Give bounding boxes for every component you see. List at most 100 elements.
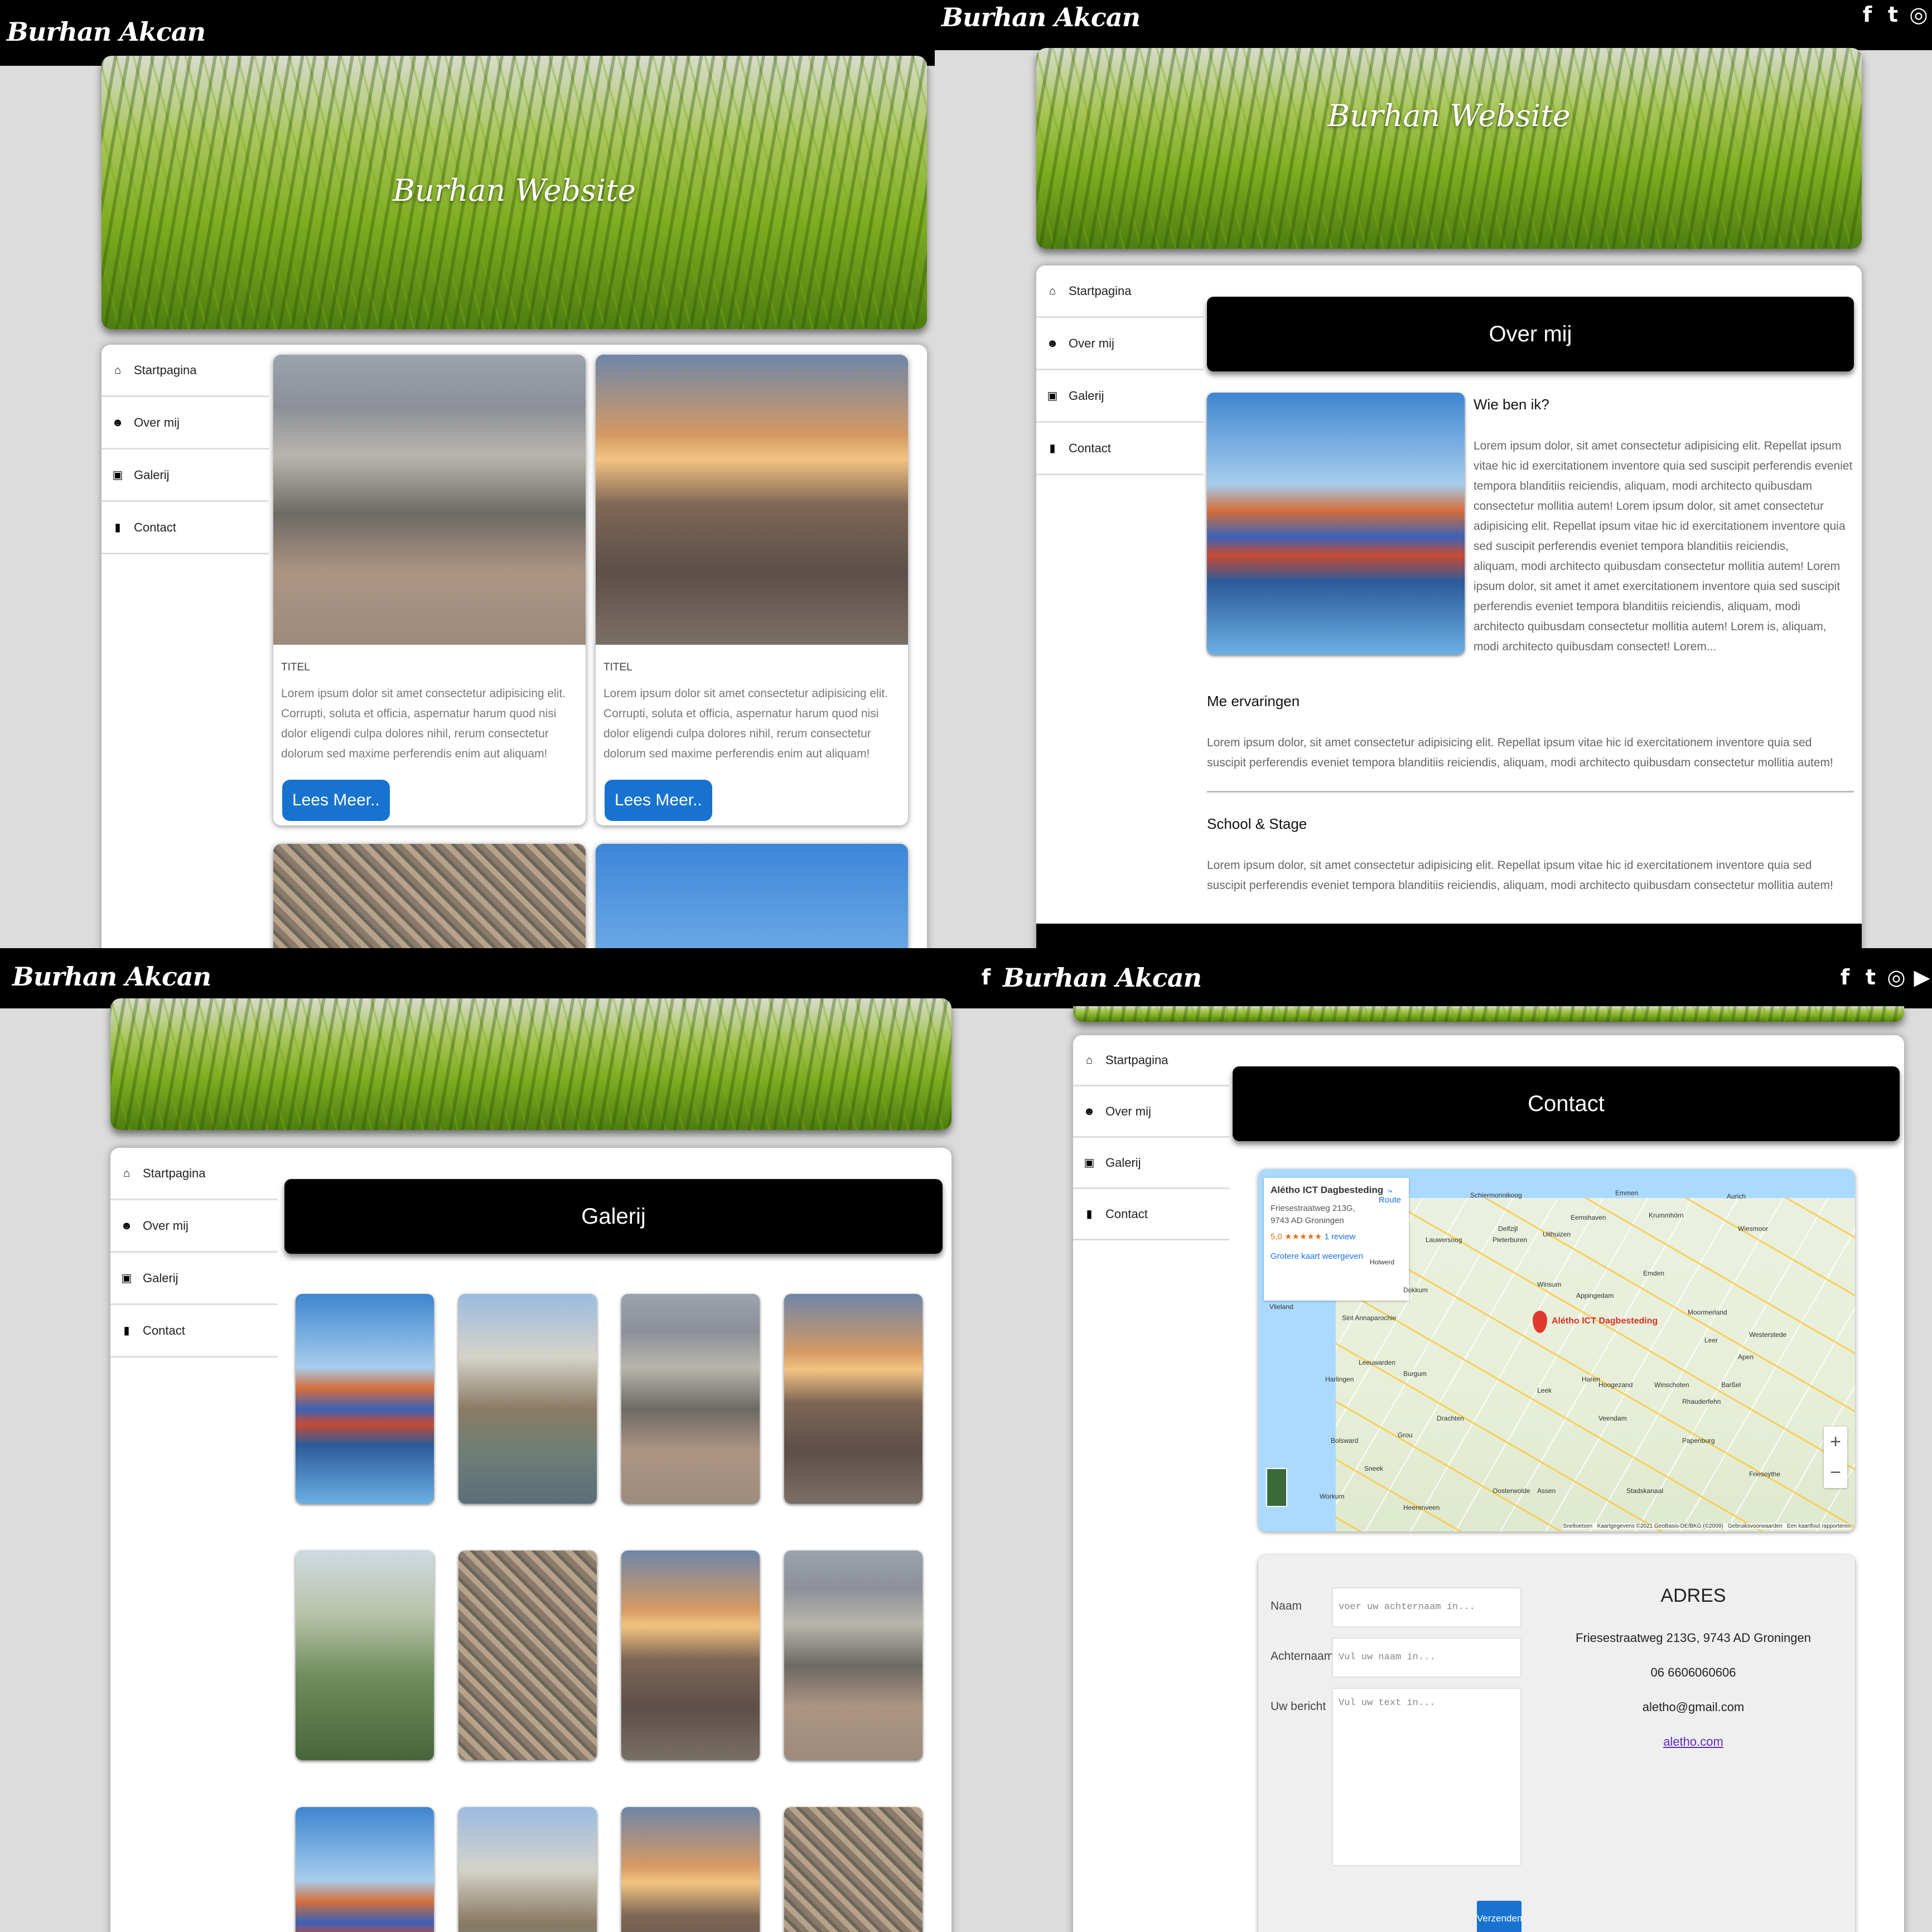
gallery-image[interactable] (458, 1294, 597, 1504)
section-text: Lorem ipsum dolor, sit amet consectetur … (1474, 439, 1853, 553)
facebook-icon[interactable]: f (1857, 2, 1877, 27)
gallery-image[interactable] (784, 1551, 922, 1760)
about-page-screenshot: Burhan Akcan f t ◎ Burhan Website ⌂ Start… (935, 0, 1932, 948)
map-place-label: Veendam (1598, 1414, 1627, 1422)
brand-logo[interactable]: Burhan Akcan (12, 962, 211, 992)
map-place-label: Friesoythe (1749, 1470, 1781, 1478)
section-text: Lorem ipsum dolor, sit amet consectetur … (1207, 736, 1833, 769)
sidebar-item-galerij[interactable]: ▣ Galerij (1036, 370, 1204, 423)
map-place-label: Sneek (1364, 1465, 1384, 1472)
verzenden-button[interactable]: Verzenden (1477, 1901, 1522, 1932)
users-icon: ☻ (1083, 1105, 1095, 1118)
contact-icon: ▮ (1049, 442, 1056, 455)
map-place-label: Barßel (1721, 1381, 1741, 1389)
map-place-label: Leeuwarden (1359, 1359, 1396, 1366)
brand-logo[interactable]: Burhan Akcan (7, 17, 206, 47)
contact-form: Naam voer uw achternaam in... Achternaam… (1258, 1555, 1527, 1932)
satellite-toggle[interactable] (1266, 1468, 1287, 1507)
sidebar-item-contact[interactable]: ▮ Contact (110, 1305, 278, 1358)
gallery-image[interactable] (784, 1294, 922, 1504)
site-title: Burhan Website (393, 173, 636, 208)
address-email[interactable]: aletho@gmail.com (1537, 1700, 1849, 1714)
map-place-label: Winschoten (1654, 1381, 1689, 1389)
naam-input[interactable]: voer uw achternaam in... (1332, 1587, 1522, 1627)
lees-meer-button[interactable]: Lees Meer.. (605, 780, 712, 821)
instagram-icon[interactable]: ◎ (1886, 965, 1906, 989)
map-place-label: Dokkum (1403, 1286, 1428, 1294)
naam-label: Naam (1271, 1600, 1302, 1612)
gallery-image[interactable] (458, 1807, 597, 1932)
sidebar-item-startpagina[interactable]: ⌂ Startpagina (1073, 1035, 1229, 1086)
gallery-image[interactable] (621, 1551, 760, 1760)
page-title: Contact (1233, 1066, 1900, 1141)
gallery-image[interactable] (296, 1551, 434, 1760)
sidebar-item-label: Startpagina (134, 363, 197, 377)
sidebar-item-startpagina[interactable]: ⌂ Startpagina (102, 345, 269, 397)
gallery-image[interactable] (296, 1807, 434, 1932)
lees-meer-button[interactable]: Lees Meer.. (282, 780, 390, 821)
sidebar-nav: ⌂ Startpagina ☻ Over mij ▣ Galerij ▮ Contact (110, 1148, 278, 1358)
images-icon: ▣ (121, 1272, 132, 1284)
gallery-image[interactable] (621, 1294, 760, 1504)
footer-bar (1036, 924, 1862, 948)
map-place-label: Harlingen (1325, 1375, 1354, 1383)
sidebar-item-label: Galerij (134, 467, 170, 482)
instagram-icon[interactable]: ◎ (1909, 2, 1929, 27)
youtube-icon[interactable]: ▶ (1912, 965, 1932, 989)
map-place-label: Oosterwolde (1493, 1487, 1530, 1495)
gallery-image[interactable] (621, 1807, 760, 1932)
twitter-icon[interactable]: t (1883, 2, 1903, 27)
contact-icon: ▮ (114, 521, 121, 534)
sidebar-item-over-mij[interactable]: ☻ Over mij (1036, 318, 1204, 370)
gallery-image[interactable] (296, 1294, 434, 1504)
address-phone: 06 6606060606 (1650, 1665, 1736, 1679)
brand-logo[interactable]: Burhan Akcan (1003, 963, 1202, 993)
map-place-label: Lauwersoog (1426, 1236, 1462, 1244)
bericht-label: Uw bericht (1271, 1700, 1326, 1713)
bericht-textarea[interactable]: Vul uw text in... (1332, 1688, 1522, 1866)
achternaam-input[interactable]: Vul uw naam in... (1332, 1638, 1522, 1678)
map-place-label: Drachten (1437, 1414, 1464, 1422)
twitter-icon[interactable]: t (1861, 965, 1881, 989)
address-website-link[interactable]: aletho.com (1537, 1735, 1849, 1749)
zoom-out-button[interactable]: − (1824, 1457, 1847, 1488)
sidebar-item-startpagina[interactable]: ⌂ Startpagina (1036, 265, 1204, 318)
home-icon: ⌂ (1085, 1054, 1093, 1066)
map-place-label: Leek (1537, 1387, 1552, 1394)
card-text: Lorem ipsum dolor sit amet consectetur a… (603, 687, 888, 760)
brand-logo[interactable]: Burhan Akcan (941, 2, 1141, 32)
map-place-label: Winsum (1537, 1281, 1562, 1288)
gallery-image[interactable] (458, 1551, 597, 1760)
map-reviews-link[interactable]: 1 review (1324, 1232, 1355, 1242)
google-map[interactable]: Alétho ICT Dagbesteding Friesestraatweg … (1258, 1169, 1855, 1532)
facebook-icon[interactable]: f (976, 965, 996, 989)
route-button[interactable]: ⤷ Route (1379, 1186, 1401, 1205)
sidebar-item-over-mij[interactable]: ☻ Over mij (1073, 1086, 1229, 1138)
content-panel: ⌂ Startpagina ☻ Over mij ▣ Galerij ▮ Contact… (102, 345, 927, 948)
section-title: School & Stage (1207, 815, 1307, 832)
sidebar-item-galerij[interactable]: ▣ Galerij (102, 450, 269, 502)
sidebar-item-contact[interactable]: ▮ Contact (102, 502, 269, 554)
contact-icon: ▮ (123, 1324, 130, 1337)
gallery-image[interactable] (784, 1807, 922, 1932)
sidebar-item-startpagina[interactable]: ⌂ Startpagina (110, 1148, 278, 1200)
card-text: Lorem ipsum dolor sit amet consectetur a… (281, 687, 566, 760)
sidebar-item-over-mij[interactable]: ☻ Over mij (110, 1200, 278, 1253)
facebook-icon[interactable]: f (1835, 965, 1855, 989)
card-image (596, 355, 908, 645)
images-icon: ▣ (112, 468, 123, 481)
sidebar-item-galerij[interactable]: ▣ Galerij (110, 1253, 278, 1305)
map-place-label: Workum (1320, 1493, 1345, 1500)
map-place-label: Vlieland (1269, 1303, 1293, 1311)
sidebar-item-over-mij[interactable]: ☻ Over mij (102, 397, 269, 450)
map-place-label: Appingedam (1576, 1292, 1614, 1300)
sidebar-item-contact[interactable]: ▮ Contact (1073, 1189, 1229, 1240)
sidebar-item-label: Contact (134, 520, 176, 534)
card-image (596, 844, 908, 948)
map-pin-icon[interactable] (1533, 1311, 1547, 1333)
sidebar-item-galerij[interactable]: ▣ Galerij (1073, 1138, 1229, 1189)
map-place-label: Stadskanaal (1626, 1487, 1664, 1495)
sidebar-item-contact[interactable]: ▮ Contact (1036, 423, 1204, 475)
map-place-label: Uithuizen (1543, 1230, 1571, 1238)
zoom-in-button[interactable]: + (1824, 1427, 1847, 1457)
